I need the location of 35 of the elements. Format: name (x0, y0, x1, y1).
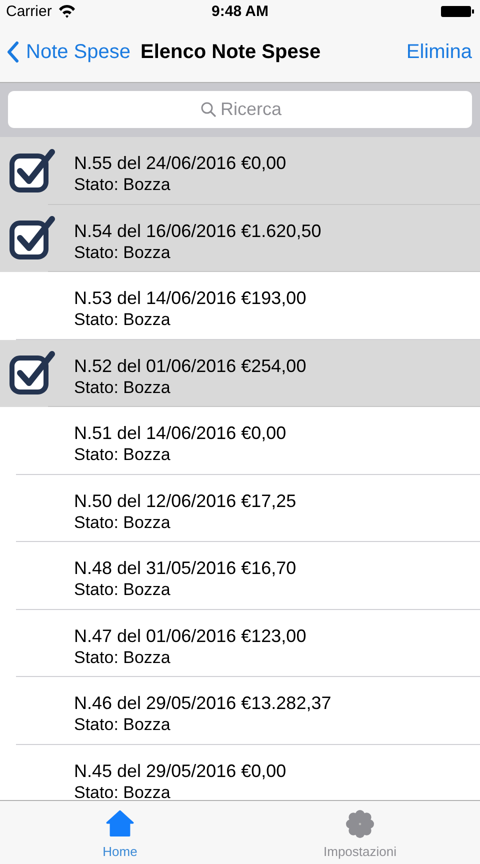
list-row[interactable]: N.52 del 01/06/2016 €254,00 Stato: Bozza (0, 340, 480, 407)
row-status: Stato: Bozza (74, 646, 172, 668)
home-icon (106, 810, 134, 838)
search-field[interactable]: Ricerca (8, 91, 472, 128)
row-title: N.51 del 14/06/2016 €0,00 (74, 422, 286, 444)
row-title: N.47 del 01/06/2016 €123,00 (74, 624, 306, 647)
row-status: Stato: Bozza (74, 376, 172, 398)
back-chevron-icon (6, 41, 20, 63)
row-title: N.54 del 16/06/2016 €1.620,50 (74, 220, 322, 242)
delete-button[interactable]: Elimina (406, 40, 472, 64)
row-status: Stato: Bozza (74, 174, 172, 196)
wifi-icon (58, 4, 76, 18)
screen-title: Elenco Note Spese (140, 40, 322, 64)
list-row[interactable]: N.54 del 16/06/2016 €1.620,50 Stato: Bozza (0, 204, 480, 272)
status-time: 9:48 AM (212, 2, 268, 20)
row-title: N.48 del 31/05/2016 €16,70 (74, 557, 296, 580)
row-title: N.55 del 24/06/2016 €0,00 (74, 152, 286, 174)
row-status: Stato: Bozza (74, 444, 172, 466)
battery-icon (441, 6, 474, 16)
row-status: Stato: Bozza (74, 242, 172, 263)
carrier-label: Carrier (6, 2, 52, 20)
row-title: N.53 del 14/06/2016 €193,00 (74, 287, 306, 310)
row-status: Stato: Bozza (74, 309, 172, 330)
row-status: Stato: Bozza (74, 579, 172, 600)
row-status: Stato: Bozza (74, 714, 172, 736)
search-icon (201, 102, 216, 117)
row-status: Stato: Bozza (74, 512, 172, 533)
row-title: N.50 del 12/06/2016 €17,25 (74, 490, 296, 512)
row-title: N.52 del 01/06/2016 €254,00 (74, 354, 306, 377)
gear-icon (346, 810, 374, 838)
row-title: N.45 del 29/05/2016 €0,00 (74, 760, 286, 782)
row-title: N.46 del 29/05/2016 €13.282,37 (74, 692, 332, 714)
list-row[interactable]: N.55 del 24/06/2016 €0,00 Stato: Bozza (0, 137, 480, 204)
back-button[interactable]: Note Spese (6, 40, 131, 64)
row-status: Stato: Bozza (74, 782, 172, 800)
